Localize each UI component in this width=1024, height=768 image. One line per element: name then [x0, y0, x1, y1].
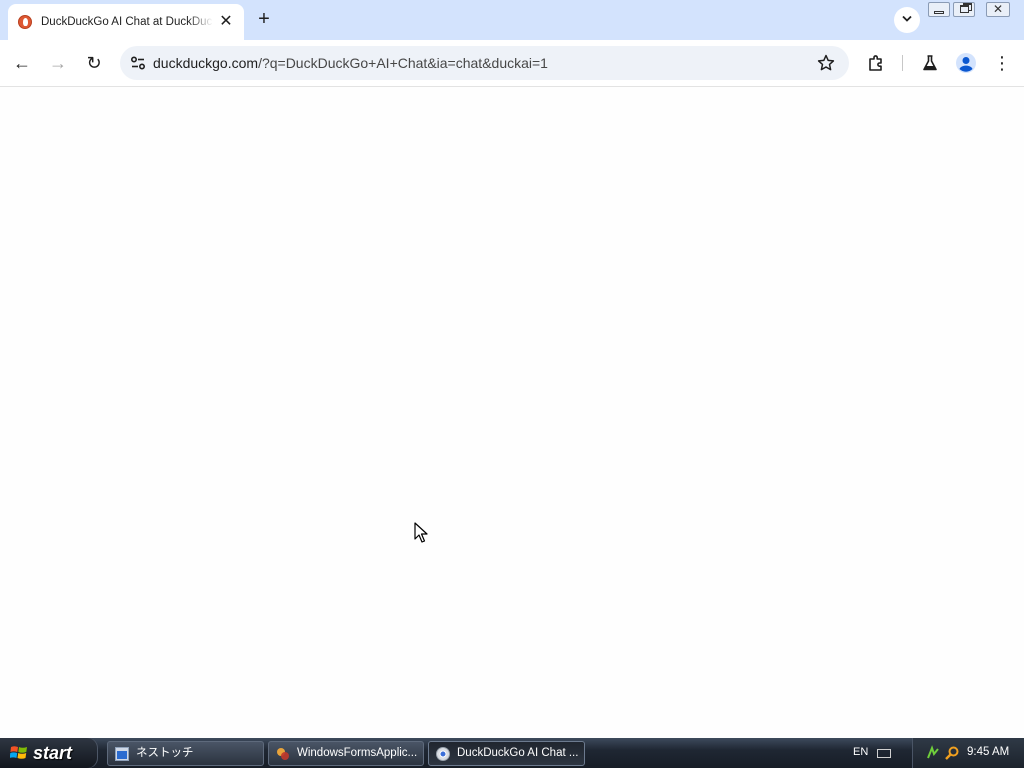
visual-studio-icon — [277, 748, 289, 760]
start-label: start — [33, 743, 73, 763]
browser-tab[interactable]: DuckDuckGo AI Chat at DuckDuckGo ✕ — [8, 4, 244, 40]
bookmark-button[interactable] — [815, 52, 837, 74]
window-close-button[interactable]: ✕ — [986, 2, 1010, 17]
clock: 9:45 AM — [967, 746, 1010, 758]
tab-title: DuckDuckGo AI Chat at DuckDuckGo — [41, 16, 213, 28]
url-text[interactable]: duckduckgo.com/?q=DuckDuckGo+AI+Chat&ia=… — [153, 54, 548, 72]
url-host: duckduckgo.com — [153, 55, 259, 71]
url-path: /?q=DuckDuckGo+AI+Chat&ia=chat&duckai=1 — [258, 55, 548, 71]
mouse-pointer-icon — [414, 522, 428, 543]
forward-button[interactable]: → — [46, 51, 70, 75]
back-button[interactable]: ← — [10, 51, 34, 75]
extensions-button[interactable] — [864, 51, 888, 75]
window-minimize-button[interactable] — [928, 2, 950, 17]
keyboard-icon[interactable] — [877, 749, 891, 758]
page-content — [0, 87, 1024, 738]
avatar-icon — [956, 53, 976, 73]
address-bar[interactable]: duckduckgo.com/?q=DuckDuckGo+AI+Chat&ia=… — [120, 46, 849, 80]
chevron-down-icon — [902, 15, 912, 22]
tune-icon — [131, 56, 146, 70]
taskbar-item-label: WindowsFormsApplic... — [297, 747, 418, 759]
browser-toolbar: ← → ↻ duckduckgo.com/?q=DuckDuckGo+AI+Ch… — [0, 40, 1024, 87]
chrome-icon — [436, 747, 450, 761]
taskbar-item-label: DuckDuckGo AI Chat ... — [457, 747, 579, 759]
tab-close-button[interactable]: ✕ — [216, 12, 236, 32]
duckduckgo-icon — [18, 15, 32, 29]
language-indicator[interactable]: EN — [853, 746, 868, 758]
site-info-button[interactable] — [126, 51, 150, 75]
tab-strip: DuckDuckGo AI Chat at DuckDuckGo ✕ + ✕ — [0, 0, 1024, 40]
profile-button[interactable] — [954, 51, 978, 75]
minimize-icon — [934, 11, 944, 14]
star-icon — [817, 54, 835, 71]
system-tray: 9:45 AM — [912, 738, 1024, 768]
chrome-labs-button[interactable] — [918, 51, 942, 75]
puzzle-icon — [869, 55, 882, 71]
taskbar-item-label: ネストッチ — [136, 747, 194, 759]
taskbar: start ネストッチ WindowsFormsApplic... DuckDu… — [0, 738, 1024, 768]
toolbar-divider — [902, 55, 903, 71]
restore-icon — [960, 5, 969, 13]
app-window-icon — [115, 747, 129, 761]
taskbar-item[interactable]: WindowsFormsApplic... — [268, 741, 424, 766]
start-button[interactable]: start — [0, 738, 98, 768]
network-icon[interactable] — [925, 745, 941, 761]
window-restore-button[interactable] — [953, 2, 975, 17]
new-tab-button[interactable]: + — [252, 8, 276, 32]
windows-logo-icon — [10, 746, 27, 759]
taskbar-item-active[interactable]: DuckDuckGo AI Chat ... — [428, 741, 585, 766]
close-icon: ✕ — [992, 2, 1004, 16]
reload-button[interactable]: ↻ — [82, 51, 106, 75]
taskbar-item[interactable]: ネストッチ — [107, 741, 264, 766]
chrome-menu-button[interactable]: ⋮ — [990, 51, 1014, 75]
flask-icon — [923, 55, 937, 71]
tab-search-button[interactable] — [894, 7, 920, 33]
search-icon[interactable] — [944, 745, 960, 761]
